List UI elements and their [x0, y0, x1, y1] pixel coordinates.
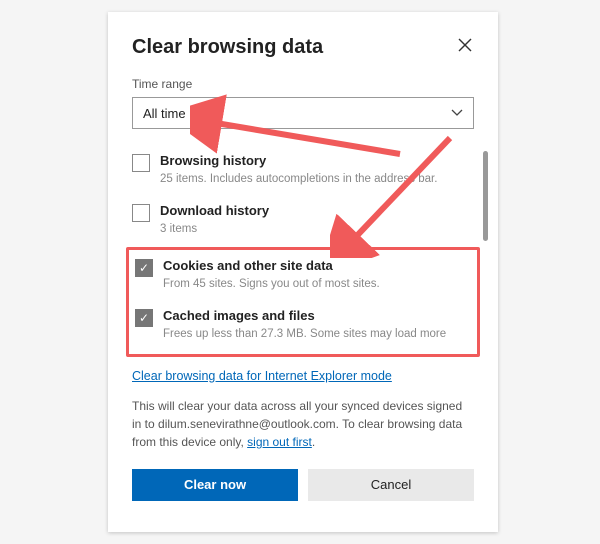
- time-range-select[interactable]: All time: [132, 97, 474, 129]
- list-item-download-history: Download history 3 items: [132, 197, 474, 247]
- item-desc: 25 items. Includes autocompletions in th…: [160, 171, 474, 187]
- checkbox-download-history[interactable]: [132, 204, 150, 222]
- checkmark-icon: ✓: [139, 262, 149, 274]
- sign-out-link[interactable]: sign out first: [247, 435, 312, 449]
- cancel-button[interactable]: Cancel: [308, 469, 474, 501]
- list-item-cached: ✓ Cached images and files Frees up less …: [129, 302, 473, 352]
- checkbox-browsing-history[interactable]: [132, 154, 150, 172]
- close-icon[interactable]: [456, 36, 474, 58]
- list-item-cookies: ✓ Cookies and other site data From 45 si…: [129, 252, 473, 302]
- time-range-label: Time range: [132, 77, 474, 91]
- item-title: Cached images and files: [163, 308, 473, 325]
- item-desc: 3 items: [160, 221, 474, 237]
- dialog-title: Clear browsing data: [132, 36, 323, 59]
- data-type-list: Browsing history 25 items. Includes auto…: [132, 147, 474, 357]
- sync-info-text: This will clear your data across all you…: [132, 397, 474, 451]
- clear-now-button[interactable]: Clear now: [132, 469, 298, 501]
- ie-mode-link[interactable]: Clear browsing data for Internet Explore…: [132, 369, 392, 383]
- checkmark-icon: ✓: [139, 312, 149, 324]
- info-suffix: .: [312, 435, 315, 449]
- item-desc: Frees up less than 27.3 MB. Some sites m…: [163, 326, 473, 342]
- item-title: Browsing history: [160, 153, 474, 170]
- item-desc: From 45 sites. Signs you out of most sit…: [163, 276, 473, 292]
- button-row: Clear now Cancel: [132, 469, 474, 501]
- checkbox-cached[interactable]: ✓: [135, 309, 153, 327]
- item-title: Cookies and other site data: [163, 258, 473, 275]
- time-range-value: All time: [143, 106, 186, 121]
- scrollbar[interactable]: [483, 151, 488, 241]
- clear-browsing-data-dialog: Clear browsing data Time range All time …: [108, 12, 498, 532]
- item-title: Download history: [160, 203, 474, 220]
- dialog-header: Clear browsing data: [132, 36, 474, 59]
- list-item-browsing-history: Browsing history 25 items. Includes auto…: [132, 147, 474, 197]
- annotation-highlight-box: ✓ Cookies and other site data From 45 si…: [126, 247, 480, 357]
- chevron-down-icon: [451, 106, 463, 120]
- checkbox-cookies[interactable]: ✓: [135, 259, 153, 277]
